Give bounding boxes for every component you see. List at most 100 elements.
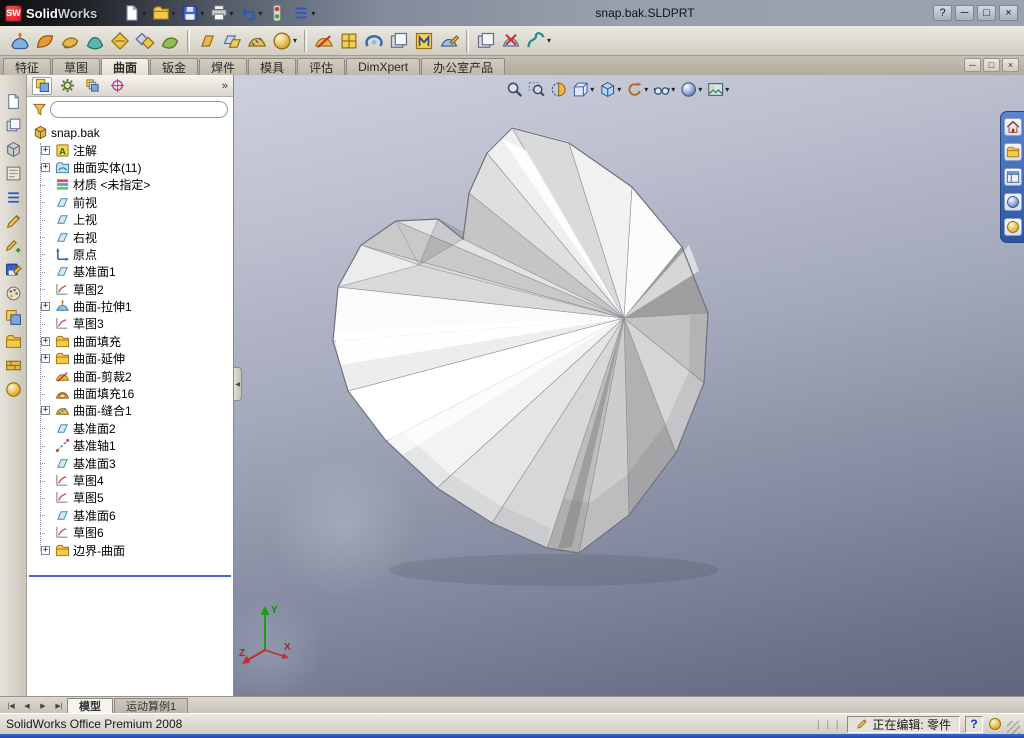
resize-grip[interactable]: [1007, 721, 1020, 734]
tab-nav-button[interactable]: ▶|: [51, 699, 67, 713]
tree-item-annotations[interactable]: + A 注解: [32, 141, 233, 158]
expand-toggle-icon[interactable]: +: [41, 145, 50, 155]
close-button[interactable]: ×: [999, 5, 1018, 21]
tab-mold-tools[interactable]: 模具: [248, 58, 297, 75]
dropdown-caret-icon[interactable]: ▾: [142, 9, 146, 18]
thicken-button[interactable]: [474, 29, 498, 53]
appearances-scenes-button[interactable]: [1003, 218, 1022, 236]
tab-weldments[interactable]: 焊件: [199, 58, 248, 75]
doc-restore-button[interactable]: □: [983, 58, 1000, 72]
document-button[interactable]: [3, 91, 24, 111]
configurationmanager-tab[interactable]: [82, 77, 102, 95]
tree-item-surface-extrude1[interactable]: + 曲面-拉伸1: [32, 298, 233, 315]
tab-sketch[interactable]: 草图: [52, 58, 101, 75]
block-button[interactable]: [3, 355, 24, 375]
propertymanager-tab[interactable]: [57, 77, 77, 95]
dropdown-caret-icon[interactable]: ▾: [725, 85, 729, 94]
view-palette-button[interactable]: [1003, 193, 1022, 211]
fillet-button[interactable]: ▾: [270, 29, 299, 53]
delete-face-button[interactable]: [362, 29, 386, 53]
doc-close-button[interactable]: ×: [1002, 58, 1019, 72]
boundary-surface-button[interactable]: [108, 29, 132, 53]
dropdown-caret-icon[interactable]: ▾: [200, 9, 204, 18]
tree-item-surface-bodies[interactable]: + 曲面实体(11): [32, 159, 233, 176]
tree-item-sketch4[interactable]: 草图4: [32, 472, 233, 489]
model-heart[interactable]: [234, 75, 1024, 696]
collapse-panel-arrow-icon[interactable]: ◀: [234, 367, 242, 401]
tab-nav-button[interactable]: |◀: [3, 699, 19, 713]
new-document-button[interactable]: ▾: [121, 1, 148, 25]
part-box-button[interactable]: [3, 139, 24, 159]
tab-office-products[interactable]: 办公室产品: [421, 58, 506, 75]
notes-button[interactable]: [3, 187, 24, 207]
tree-item-origin[interactable]: 原点: [32, 246, 233, 263]
maximize-button[interactable]: □: [977, 5, 996, 21]
expand-toggle-icon[interactable]: +: [41, 406, 50, 416]
tree-item-top-plane[interactable]: 上视: [32, 211, 233, 228]
tree-item-surface-fill-folder[interactable]: + 曲面填充: [32, 333, 233, 350]
expand-toggle-icon[interactable]: +: [41, 545, 50, 555]
doc-minimize-button[interactable]: ─: [964, 58, 981, 72]
tree-filter-input[interactable]: [50, 100, 228, 118]
cut-with-surface-button[interactable]: [499, 29, 523, 53]
palette-button[interactable]: [3, 283, 24, 303]
rotate-view-button[interactable]: ▾: [625, 80, 649, 99]
display-style-button[interactable]: ▾: [598, 80, 622, 99]
lofted-surface-button[interactable]: [83, 29, 107, 53]
motion-study-tab[interactable]: 运动算例1: [114, 698, 189, 713]
dropdown-caret-icon[interactable]: ▾: [698, 85, 702, 94]
planar-surface-button[interactable]: [195, 29, 219, 53]
sphere-button[interactable]: [3, 379, 24, 399]
tab-sheet-metal[interactable]: 钣金: [150, 58, 199, 75]
view-orientation-button[interactable]: ▾: [571, 80, 595, 99]
dropdown-caret-icon[interactable]: ▾: [293, 36, 297, 45]
panel-overflow-chevron-icon[interactable]: »: [222, 80, 228, 92]
dropdown-caret-icon[interactable]: ▾: [617, 85, 621, 94]
tab-evaluate[interactable]: 评估: [297, 58, 346, 75]
sheets-button[interactable]: [3, 115, 24, 135]
zoom-to-fit-button[interactable]: [505, 80, 524, 99]
minimize-button[interactable]: ─: [955, 5, 974, 21]
mid-surface-button[interactable]: [412, 29, 436, 53]
dropdown-caret-icon[interactable]: ▾: [311, 9, 315, 18]
tree-item-sketch5[interactable]: 草图5: [32, 489, 233, 506]
swept-surface-button[interactable]: [58, 29, 82, 53]
trim-surface-button[interactable]: [312, 29, 336, 53]
tab-features[interactable]: 特征: [3, 58, 52, 75]
tab-dimxpert[interactable]: DimXpert: [346, 58, 421, 75]
revolved-surface-button[interactable]: [33, 29, 57, 53]
tree-item-plane2[interactable]: 基准面2: [32, 420, 233, 437]
dropdown-caret-icon[interactable]: ▾: [590, 85, 594, 94]
zoom-to-area-button[interactable]: [527, 80, 546, 99]
design-library-button[interactable]: [1003, 143, 1022, 161]
options-button[interactable]: ▾: [290, 1, 317, 25]
replace-face-button[interactable]: [387, 29, 411, 53]
dropdown-caret-icon[interactable]: ▾: [171, 9, 175, 18]
expand-toggle-icon[interactable]: +: [41, 302, 50, 312]
model-tab[interactable]: 模型: [67, 698, 113, 713]
help-button[interactable]: ?: [933, 5, 952, 21]
rebuild-button[interactable]: [266, 1, 288, 25]
tree-item-material[interactable]: 材质 <未指定>: [32, 176, 233, 193]
dropdown-caret-icon[interactable]: ▾: [644, 85, 648, 94]
dimxpertmanager-tab[interactable]: [107, 77, 127, 95]
dropdown-caret-icon[interactable]: ▾: [229, 9, 233, 18]
tree-item-front-plane[interactable]: 前视: [32, 194, 233, 211]
curves-button[interactable]: ▾: [524, 29, 553, 53]
freeform-button[interactable]: [437, 29, 461, 53]
tree-root-part[interactable]: snap.bak: [32, 124, 233, 141]
tree-item-axis1[interactable]: 基准轴1: [32, 437, 233, 454]
tree-item-boundary-surface[interactable]: + 边界-曲面: [32, 541, 233, 558]
file-explorer-button[interactable]: [1003, 168, 1022, 186]
tab-nav-button[interactable]: ▶: [35, 699, 51, 713]
extruded-surface-button[interactable]: [8, 29, 32, 53]
pencil-button[interactable]: [3, 211, 24, 231]
tree-item-sketch2[interactable]: 草图2: [32, 281, 233, 298]
tree-item-plane3[interactable]: 基准面3: [32, 454, 233, 471]
tree-item-sketch6[interactable]: 草图6: [32, 524, 233, 541]
pencil-add-button[interactable]: [3, 235, 24, 255]
graphics-area[interactable]: ▾ ▾ ▾ ▾ ▾ ▾ ◀ Y Z X: [234, 75, 1024, 696]
section-view-button[interactable]: [549, 80, 568, 99]
status-help-button[interactable]: ?: [965, 715, 983, 733]
extend-surface-button[interactable]: [220, 29, 244, 53]
